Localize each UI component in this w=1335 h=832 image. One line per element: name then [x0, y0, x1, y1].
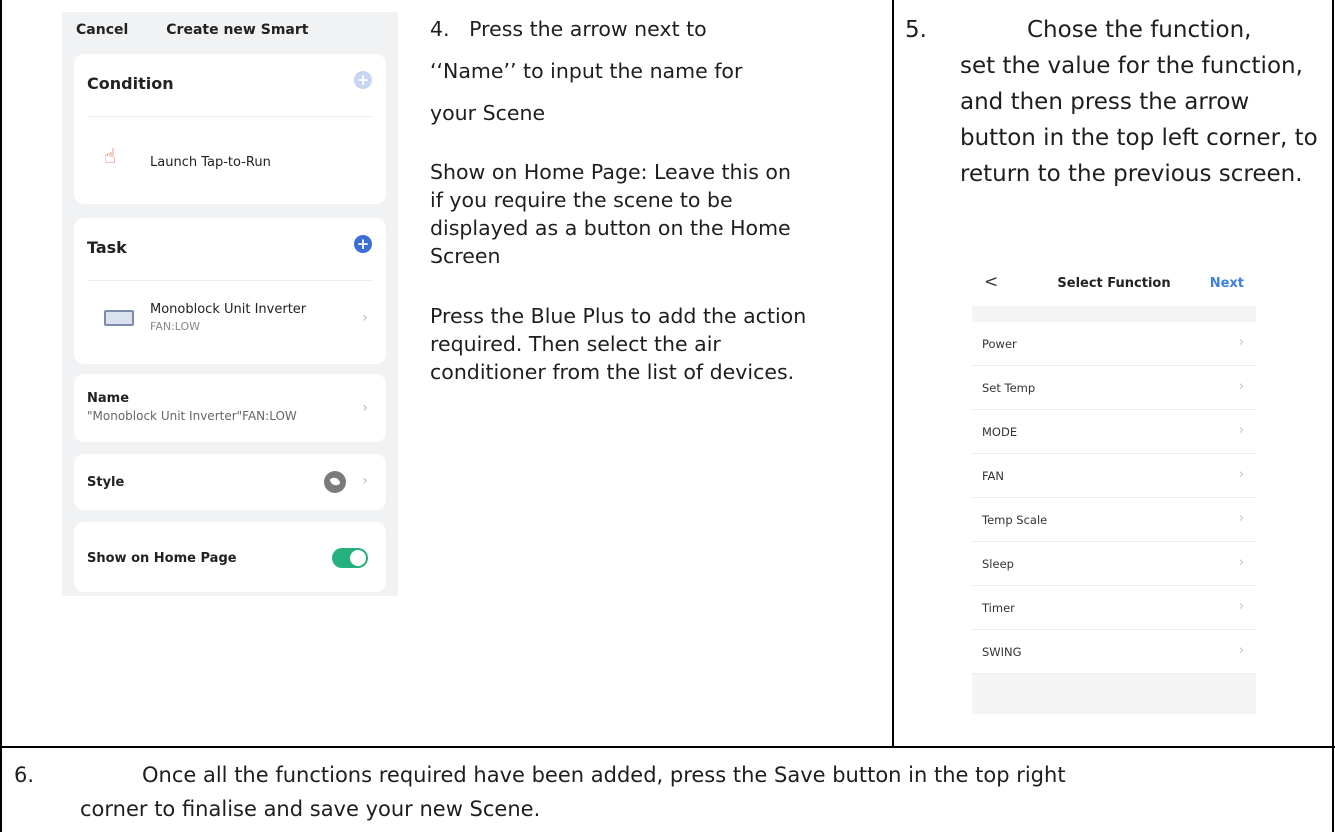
condition-item-label[interactable]: Launch Tap-to-Run	[150, 155, 271, 170]
step-6-number: 6.	[14, 763, 35, 787]
top-bar: Cancel Create new Smart	[62, 12, 398, 48]
step-6-line-1: Once all the functions required have bee…	[142, 763, 1066, 787]
show-home-label: Show on Home Page	[87, 551, 237, 566]
step-4-line-1: 4. Press the arrow next to	[430, 12, 830, 46]
show-home-toggle[interactable]	[332, 548, 368, 568]
name-card[interactable]: Name "Monoblock Unit Inverter"FAN:LOW ›	[74, 374, 386, 442]
function-label: Timer	[982, 601, 1015, 615]
chevron-right-icon: ›	[1238, 511, 1244, 526]
function-item-fan[interactable]: FAN ›	[972, 454, 1256, 498]
step-4: 4. Press the arrow next to ‘‘Name’’ to i…	[430, 12, 830, 386]
function-item-sleep[interactable]: Sleep ›	[972, 542, 1256, 586]
chevron-right-icon: ›	[1238, 467, 1244, 482]
function-label: Temp Scale	[982, 513, 1048, 527]
next-button[interactable]: Next	[1210, 276, 1244, 291]
divider	[87, 280, 373, 281]
chevron-right-icon: ›	[1238, 335, 1244, 350]
column-divider	[892, 0, 894, 747]
function-list: Power › Set Temp › MODE › FAN › Temp Scale › …	[972, 322, 1256, 674]
device-setting: FAN:LOW	[150, 320, 201, 333]
function-label: Set Temp	[982, 381, 1036, 395]
table-border-right	[1332, 0, 1334, 832]
task-plus-icon[interactable]: +	[354, 235, 372, 253]
cancel-button[interactable]: Cancel	[76, 22, 128, 38]
style-label: Style	[87, 475, 125, 490]
condition-card: Condition + ☝ Launch Tap-to-Run	[74, 54, 386, 204]
chevron-right-icon: ›	[1238, 555, 1244, 570]
select-function-header: < Select Function Next	[972, 262, 1256, 306]
chevron-right-icon[interactable]: ›	[362, 310, 368, 326]
create-smart-screenshot: Cancel Create new Smart Condition + ☝ La…	[62, 12, 398, 596]
function-label: MODE	[982, 425, 1018, 439]
step-4-plus-paragraph: Press the Blue Plus to add the action re…	[430, 304, 807, 384]
divider	[87, 116, 373, 117]
step-4-number: 4.	[430, 17, 450, 41]
show-home-card: Show on Home Page	[74, 522, 386, 592]
step-6-first-line: 6. Once all the functions required have …	[14, 758, 1324, 792]
step-4-show-paragraph: Show on Home Page: Leave this on if you …	[430, 160, 791, 268]
function-item-set-temp[interactable]: Set Temp ›	[972, 366, 1256, 410]
step-6-line-2: corner to finalise and save your new Sce…	[80, 797, 541, 821]
name-label: Name	[87, 391, 130, 406]
toggle-knob	[350, 550, 366, 566]
tap-hand-icon: ☝	[104, 144, 117, 168]
function-item-swing[interactable]: SWING ›	[972, 630, 1256, 674]
screen-title: Create new Smart	[166, 22, 309, 38]
function-label: Power	[982, 337, 1017, 351]
name-value: "Monoblock Unit Inverter"FAN:LOW	[87, 409, 297, 423]
function-item-timer[interactable]: Timer ›	[972, 586, 1256, 630]
chevron-right-icon: ›	[1238, 643, 1244, 658]
step-6: 6. Once all the functions required have …	[14, 758, 1324, 826]
function-item-power[interactable]: Power ›	[972, 322, 1256, 366]
table-border-left	[0, 0, 2, 832]
chevron-right-icon: ›	[1238, 423, 1244, 438]
step-5-first-text: Chose the function,	[1027, 17, 1252, 43]
chevron-right-icon: ›	[1238, 379, 1244, 394]
task-card: Task + Monoblock Unit Inverter FAN:LOW ›	[74, 218, 386, 364]
step-5-body: set the value for the function, and then…	[960, 53, 1318, 187]
style-tag-icon	[324, 471, 346, 493]
style-card[interactable]: Style ›	[74, 454, 386, 510]
chevron-right-icon[interactable]: ›	[362, 400, 368, 416]
row-divider	[0, 746, 1335, 748]
select-function-screenshot: < Select Function Next Power › Set Temp › …	[972, 262, 1256, 714]
function-label: Sleep	[982, 557, 1014, 571]
device-icon	[104, 310, 134, 326]
step-4-line-2: ‘‘Name’’ to input the name for	[430, 59, 743, 83]
function-label: FAN	[982, 469, 1005, 483]
chevron-right-icon[interactable]: ›	[362, 473, 368, 489]
step-5: 5. Chose the function, set the value for…	[905, 12, 1325, 192]
function-item-mode[interactable]: MODE ›	[972, 410, 1256, 454]
step-5-first-line: 5. Chose the function,	[905, 12, 1325, 48]
step-4-text: Press the arrow next to	[469, 17, 707, 41]
device-name[interactable]: Monoblock Unit Inverter	[150, 302, 306, 317]
step-5-number: 5.	[905, 17, 927, 43]
condition-plus-icon[interactable]: +	[354, 71, 372, 89]
task-header: Task	[87, 238, 127, 257]
function-label: SWING	[982, 645, 1022, 659]
step-4-line-3: your Scene	[430, 101, 546, 125]
chevron-right-icon: ›	[1238, 599, 1244, 614]
function-item-temp-scale[interactable]: Temp Scale ›	[972, 498, 1256, 542]
condition-header: Condition	[87, 74, 174, 93]
